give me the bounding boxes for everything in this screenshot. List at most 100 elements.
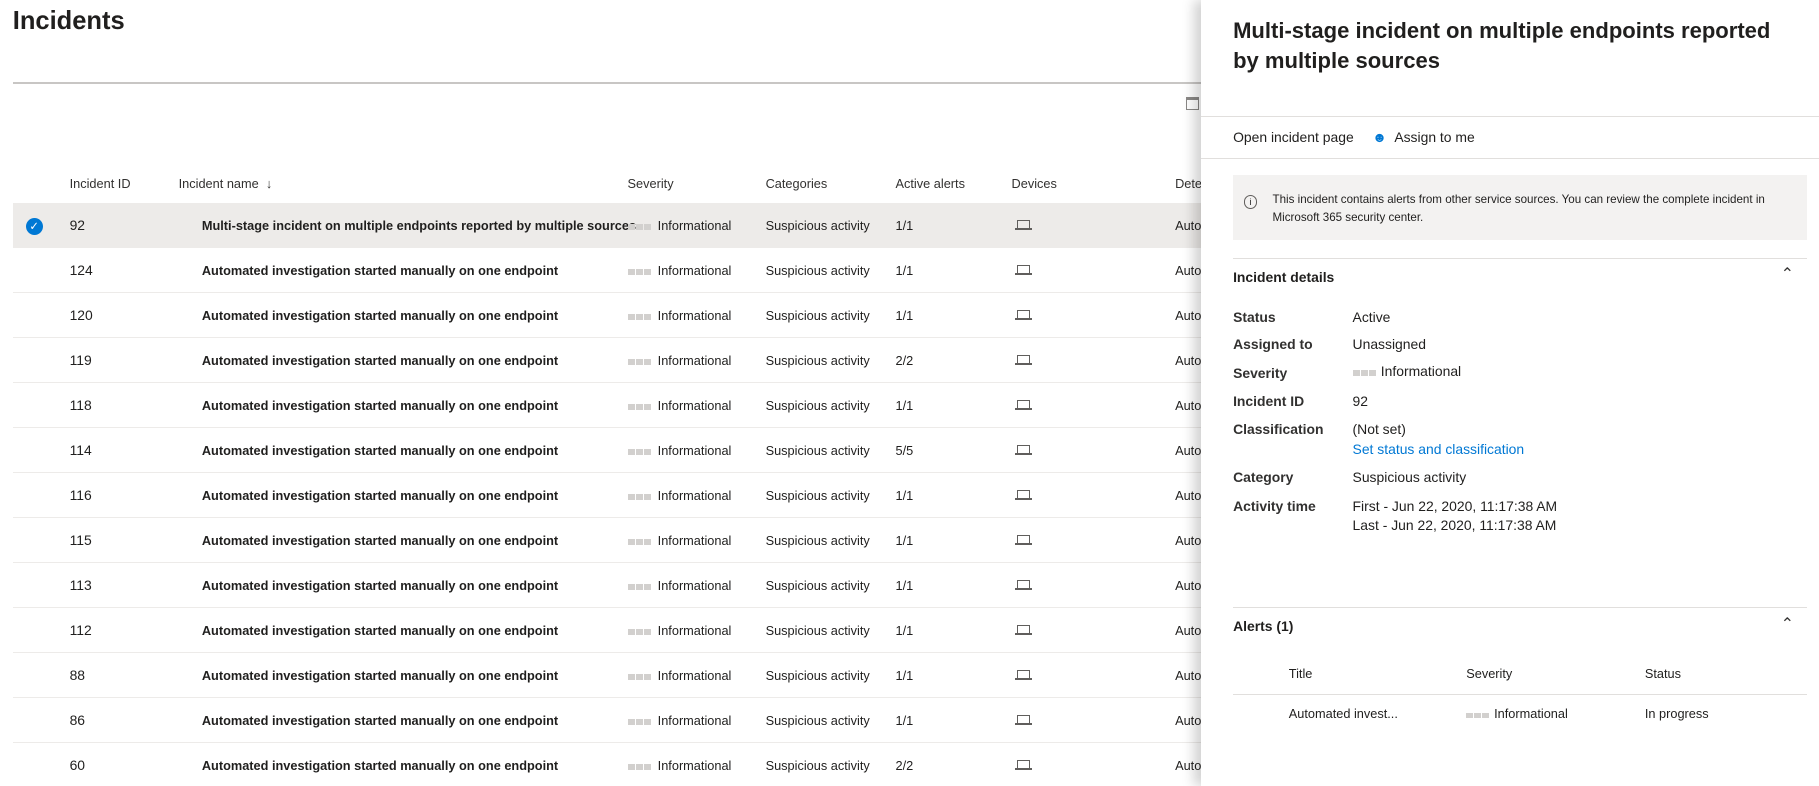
severity: Informational [627,533,732,549]
severity-text: Informational [657,533,732,549]
category: Suspicious activity [765,398,870,414]
incident-details-heading: Incident details [1233,269,1335,286]
col-devices[interactable]: Devices [1012,176,1057,191]
laptop-icon [1014,670,1033,680]
table-row[interactable]: 113 Automated investigation started manu… [12,563,1208,609]
incident-id: 113 [69,576,92,593]
alert-severity: Informational [1466,706,1568,721]
incident-name[interactable]: Multi-stage incident on multiple endpoin… [202,218,636,233]
severity: Informational [627,443,732,459]
incident-name[interactable]: Automated investigation started manually… [202,308,558,323]
severity-text: Informational [657,398,732,414]
category: Suspicious activity [765,308,870,324]
laptop-icon [1014,400,1033,410]
status-value: Active [1352,308,1391,325]
detection-source: Auto [1175,533,1202,549]
severity-text: Informational [657,668,732,684]
severity-label: Severity [1233,365,1288,382]
incident-name[interactable]: Automated investigation started manually… [202,263,558,278]
table-row[interactable]: 86 Automated investigation started manua… [12,698,1208,744]
classification-label: Classification [1233,421,1324,438]
info-text: This incident contains alerts from other… [1272,193,1765,224]
col-severity[interactable]: Severity [628,176,674,191]
incident-id: 92 [69,216,86,233]
incident-name[interactable]: Automated investigation started manually… [202,668,558,683]
table-row[interactable]: 88 Automated investigation started manua… [12,653,1208,699]
severity: Informational [627,668,732,684]
assign-to-me-button[interactable]: Assign to me [1394,129,1474,145]
checkbox-checked-icon[interactable]: ✓ [25,218,43,236]
table-row[interactable]: 115 Automated investigation started manu… [12,518,1208,564]
incident-id-label: Incident ID [1233,393,1305,410]
chevron-up-icon[interactable]: ⌃ [1781,614,1795,634]
set-status-link[interactable]: Set status and classification [1353,441,1525,457]
active-alerts: 1/1 [895,218,914,234]
chevron-up-icon[interactable]: ⌃ [1781,264,1795,284]
severity-text: Informational [657,488,732,504]
table-row[interactable]: 118 Automated investigation started manu… [12,383,1208,429]
incident-name[interactable]: Automated investigation started manually… [202,443,558,458]
col-active-alerts[interactable]: Active alerts [896,176,965,191]
status-label: Status [1233,308,1276,325]
col-incident-id[interactable]: Incident ID [70,176,131,191]
activity-time-label: Activity time [1233,497,1316,514]
severity-text: Informational [657,443,732,459]
divider [1233,693,1808,695]
table-row[interactable]: 124 Automated investigation started manu… [12,248,1208,294]
table-row[interactable]: 120 Automated investigation started manu… [12,293,1208,339]
incident-name[interactable]: Automated investigation started manually… [202,533,558,548]
incident-name[interactable]: Automated investigation started manually… [202,398,558,413]
incident-name[interactable]: Automated investigation started manually… [202,758,558,773]
severity-text: Informational [1380,363,1462,380]
active-alerts: 1/1 [895,623,914,639]
table-row[interactable]: 119 Automated investigation started manu… [12,338,1208,384]
table-row[interactable]: 60 Automated investigation started manua… [13,743,1208,786]
severity: Informational [627,488,732,504]
open-incident-page-button[interactable]: Open incident page [1233,129,1354,145]
incident-id: 119 [69,351,92,368]
severity-text: Informational [657,623,732,639]
alert-severity-text: Informational [1494,706,1568,722]
last-activity: Last - Jun 22, 2020, 11:17:38 AM [1352,517,1557,534]
incident-name[interactable]: Automated investigation started manually… [202,623,558,638]
detection-source: Auto [1175,443,1202,459]
severity-text: Informational [657,218,732,234]
category: Suspicious activity [765,488,870,504]
severity: Informational [627,218,732,234]
table-row[interactable]: 112 Automated investigation started manu… [12,608,1208,654]
category: Suspicious activity [765,623,870,639]
table-row[interactable]: 114 Automated investigation started manu… [12,428,1208,474]
table-row[interactable]: 116 Automated investigation started manu… [12,473,1208,519]
incident-id: 88 [69,666,86,683]
category-label: Category [1233,468,1294,485]
severity: Informational [627,308,731,323]
assigned-value: Unassigned [1352,336,1426,353]
incident-name[interactable]: Automated investigation started manually… [202,578,558,593]
severity-text: Informational [657,263,732,279]
laptop-icon [1014,220,1033,230]
alert-title[interactable]: Automated invest... [1289,706,1398,721]
col-categories[interactable]: Categories [766,176,828,191]
active-alerts: 1/1 [895,713,914,729]
incident-name[interactable]: Automated investigation started manually… [202,353,558,368]
info-banner: i This incident contains alerts from othe… [1233,175,1808,241]
alerts-col-status[interactable]: Status [1645,666,1681,681]
severity-text: Informational [657,353,732,369]
incident-id: 114 [69,441,92,458]
alerts-col-severity[interactable]: Severity [1466,666,1512,681]
table-row[interactable]: ✓ 92 Multi-stage incident on multiple end… [12,203,1208,249]
col-incident-name[interactable]: Incident name ↓ [179,176,273,191]
incident-name[interactable]: Automated investigation started manually… [202,488,558,503]
divider [1233,257,1808,259]
incident-id: 60 [69,757,86,773]
alerts-col-title[interactable]: Title [1289,666,1313,681]
laptop-icon [1014,490,1033,500]
col-detection[interactable]: Dete [1175,176,1202,191]
active-alerts: 1/1 [895,263,914,279]
category: Suspicious activity [765,578,870,594]
info-icon: i [1243,194,1258,209]
incident-name[interactable]: Automated investigation started manually… [202,713,558,728]
calendar-icon[interactable] [1185,97,1200,111]
detection-source: Auto [1175,758,1202,774]
category-value: Suspicious activity [1352,468,1467,485]
